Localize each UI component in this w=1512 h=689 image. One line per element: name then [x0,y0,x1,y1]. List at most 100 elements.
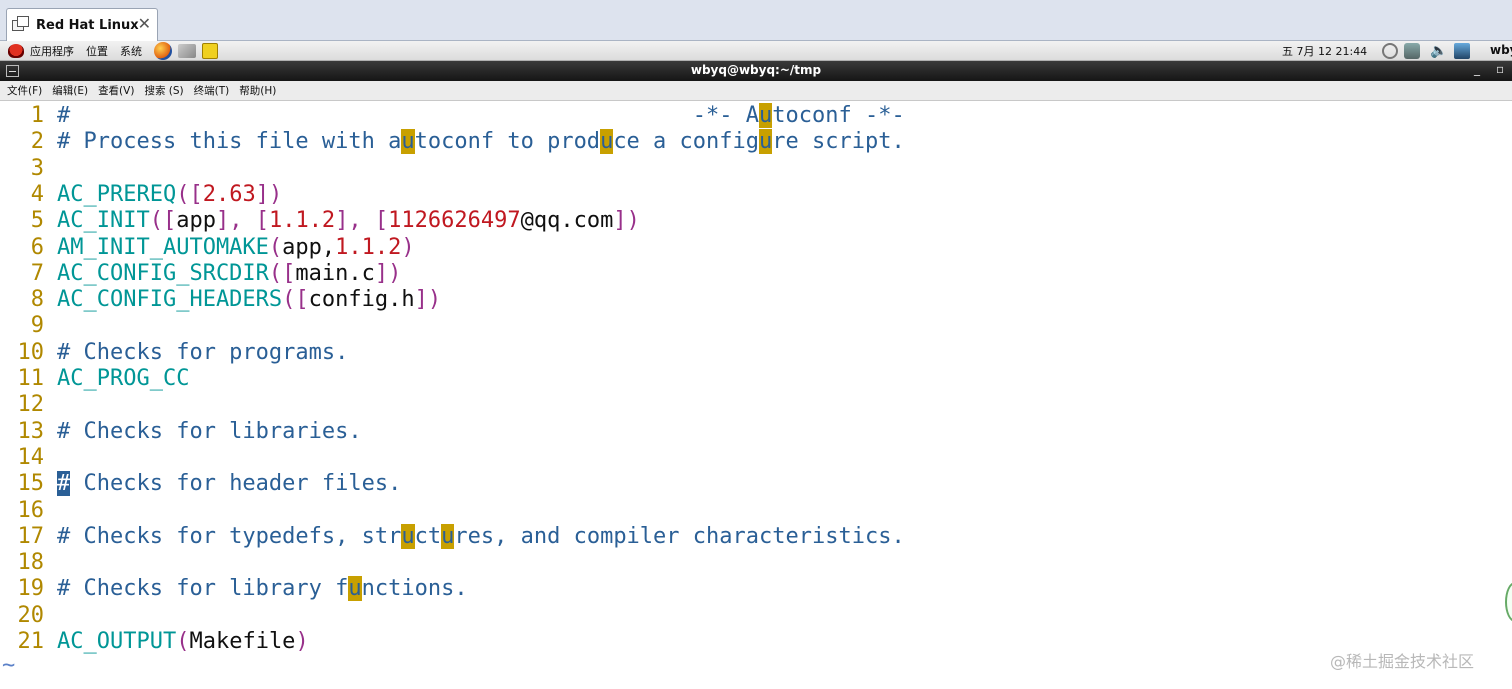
code-comment: # [57,103,71,128]
panel-menu-applications[interactable]: 应用程序 [30,43,74,59]
code-line[interactable]: 8 AC_CONFIG_HEADERS([config.h]) [0,287,441,313]
code-punctuation: ]) [374,260,402,286]
code-comment: re script. [772,129,905,155]
code-comment: nctions. [361,576,468,602]
search-match-highlight: u [401,523,415,549]
code-punctuation: ([ [149,208,177,234]
code-number: 1.1.2 [268,208,336,234]
code-text: app [176,208,216,234]
code-number: 1.1.2 [335,234,402,260]
display-icon[interactable] [1454,43,1470,59]
code-punctuation: ) [295,629,309,654]
code-line[interactable]: 7 AC_CONFIG_SRCDIR([main.c]) [0,260,402,287]
menu-help[interactable]: 帮助(H) [239,83,276,98]
code-comment: Checks for header files. [70,471,402,497]
panel-menu-system[interactable]: 系统 [120,43,142,59]
code-macro: AC_OUTPUT [57,629,177,654]
menu-search[interactable]: 搜索 (S) [144,83,183,98]
code-macro: AC_CONFIG_HEADERS [57,287,283,313]
line-number: 16 [17,497,45,523]
firefox-icon[interactable] [154,41,172,60]
code-comment: -*- A [70,103,759,128]
search-match-highlight: u [401,129,415,155]
line-number: 15 [17,471,45,497]
menu-view[interactable]: 查看(V) [98,83,134,98]
update-icon[interactable] [1382,43,1398,59]
code-punctuation: ]) [613,208,640,234]
line-number: 14 [17,444,45,470]
code-punctuation: ([ [176,181,203,207]
code-number: 2.63 [202,181,256,207]
code-text: main.c [295,260,375,286]
code-comment: ct [414,523,442,549]
menu-file[interactable]: 文件(F) [7,83,42,98]
volume-icon[interactable]: 🔈 [1430,43,1447,59]
code-line[interactable]: 5 AC_INIT([app], [1.1.2], [1126626497@qq.… [0,208,640,234]
line-number: 11 [17,366,45,391]
vm-tab-title: Red Hat Linux [36,17,139,33]
vim-editor[interactable]: ~ @稀土掘金技术社区 1 # -*- Autoconf -*- 2 # Proces… [0,102,1512,689]
menu-terminal[interactable]: 终端(T) [194,83,230,98]
code-text: config.h [308,287,415,313]
code-line[interactable]: 14 [0,445,57,471]
redhat-logo-icon[interactable] [8,43,24,58]
close-icon[interactable]: ✕ [138,15,151,33]
code-macro: AC_INIT [57,208,150,234]
line-number: 6 [30,234,44,260]
text-cursor: # [57,471,71,497]
panel-menu-places[interactable]: 位置 [86,43,108,59]
notes-icon[interactable] [202,42,218,59]
code-line[interactable]: 16 [0,498,57,524]
terminal-menu-bar: 文件(F) 编辑(E) 查看(V) 搜索 (S) 终端(T) 帮助(H) [0,81,1512,101]
watermark: @稀土掘金技术社区 [1330,652,1475,671]
line-number: 5 [30,208,44,234]
line-number: 19 [17,576,45,602]
search-match-highlight: u [759,129,773,155]
code-line[interactable]: 13 # Checks for libraries. [0,419,362,445]
minimize-button[interactable]: _ [1474,62,1480,76]
vm-tab-red-hat-linux[interactable]: Red Hat Linux ✕ [6,8,158,41]
code-line[interactable]: 4 AC_PREREQ([2.63]) [0,182,282,208]
network-icon[interactable] [1404,43,1420,59]
code-line[interactable]: 21 AC_OUTPUT(Makefile) [0,629,309,655]
line-number: 7 [30,260,44,286]
code-comment: # Checks for typedefs, str [57,523,402,549]
code-line[interactable]: 6 AM_INIT_AUTOMAKE(app,1.1.2) [0,235,415,261]
floating-widget-icon[interactable] [1505,582,1512,622]
code-line[interactable]: 1 # -*- Autoconf -*- [0,103,905,129]
code-text: app, [282,234,336,260]
line-number: 3 [30,155,44,181]
terminal-title-bar: wbyq@wbyq:~/tmp _ ▫ [0,61,1512,81]
code-macro: AC_PROG_CC [57,366,190,391]
vm-screen-icon [12,16,30,34]
code-line[interactable]: 9 [0,313,57,339]
code-comment: # Checks for library f [57,576,349,602]
line-number: 18 [17,550,45,576]
code-punctuation: ) [401,234,415,260]
mail-icon[interactable] [178,43,196,58]
code-line[interactable]: 20 [0,603,57,629]
code-line[interactable]: 10 # Checks for programs. [0,340,349,366]
code-line[interactable]: 17 # Checks for typedefs, structures, and… [0,523,905,550]
window-title: wbyq@wbyq:~/tmp [690,63,822,77]
code-line[interactable]: 3 [0,156,57,182]
line-number: 21 [17,629,45,654]
vm-tab-strip: Red Hat Linux ✕ [0,0,1512,41]
code-line[interactable]: 2 # Process this file with autoconf to pr… [0,129,905,155]
line-number: 17 [17,523,45,549]
code-macro: AM_INIT_AUTOMAKE [57,234,269,260]
menu-edit[interactable]: 编辑(E) [52,83,88,98]
code-line[interactable]: 11 AC_PROG_CC [0,366,190,392]
code-line[interactable]: 19 # Checks for library functions. [0,576,468,602]
code-comment: ce a config [613,129,760,155]
code-line[interactable]: 12 [0,392,57,418]
panel-user[interactable]: wby [1490,43,1512,57]
code-punctuation: ([ [268,260,296,286]
code-line[interactable]: 15 # Checks for header files. [0,471,401,497]
code-comment: # Checks for libraries. [57,418,362,444]
code-line[interactable]: 18 [0,550,57,576]
line-number: 4 [30,181,44,207]
maximize-button[interactable]: ▫ [1496,62,1504,76]
code-punctuation: ], [ [335,208,389,234]
panel-clock[interactable]: 五 7月 12 21:44 [1282,43,1367,59]
